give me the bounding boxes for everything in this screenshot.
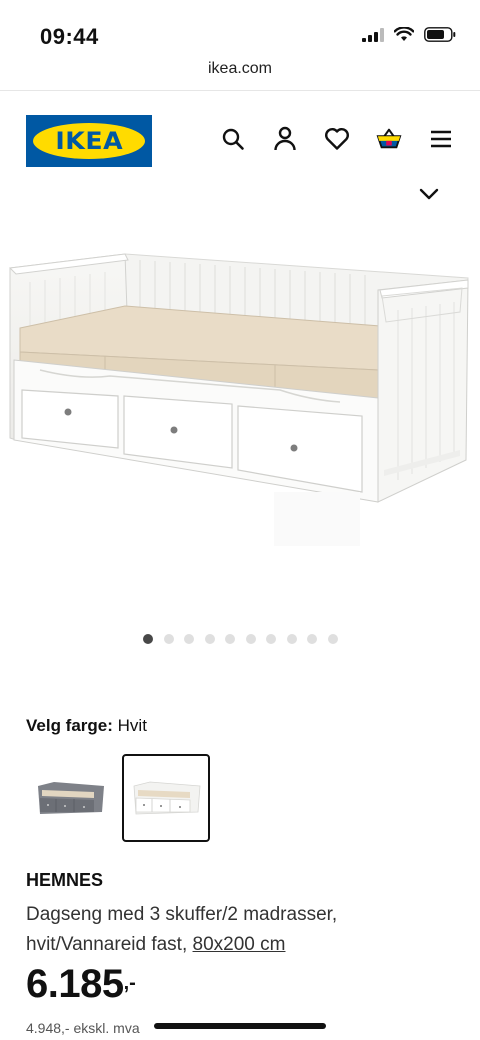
basket-icon[interactable] xyxy=(376,126,402,152)
status-icons xyxy=(362,27,456,42)
price-amount: 6.185 xyxy=(26,962,124,1006)
carousel-dot[interactable] xyxy=(184,634,194,644)
address-bar[interactable]: ikea.com xyxy=(0,60,480,90)
carousel-dot[interactable] xyxy=(204,634,215,644)
carousel-dot[interactable] xyxy=(327,634,338,644)
color-label-title: Velg farge: xyxy=(26,716,113,735)
swatch-grey[interactable] xyxy=(26,754,114,842)
carousel-dot[interactable] xyxy=(307,634,317,644)
product-size-link[interactable]: 80x200 cm xyxy=(193,934,286,955)
carousel-dot[interactable] xyxy=(245,634,256,644)
profile-icon[interactable] xyxy=(272,126,298,152)
white-daybed-thumbnail xyxy=(133,781,201,815)
signal-icon xyxy=(362,27,384,42)
header-actions xyxy=(220,126,454,152)
swatch-white[interactable] xyxy=(122,754,210,842)
product-description: Dagseng med 3 skuffer/2 madrasser, hvit/… xyxy=(26,900,456,960)
carousel-dot[interactable] xyxy=(225,634,235,644)
image-carousel-dots xyxy=(143,634,338,644)
divider xyxy=(0,90,480,91)
home-indicator[interactable] xyxy=(154,1023,326,1029)
battery-icon xyxy=(424,27,456,42)
status-time: 09:44 xyxy=(40,24,99,49)
color-swatches xyxy=(26,754,210,842)
color-label: Velg farge: Hvit xyxy=(26,716,147,736)
url-text: ikea.com xyxy=(207,60,273,77)
carousel-dot[interactable] xyxy=(286,634,297,644)
ikea-logo[interactable]: IKEA xyxy=(26,115,152,167)
carousel-dot[interactable] xyxy=(143,634,153,644)
grey-daybed-thumbnail xyxy=(38,782,104,814)
color-selected-value: Hvit xyxy=(117,716,147,735)
price-suffix: ,- xyxy=(123,972,136,994)
status-bar: 09:44 xyxy=(0,0,480,60)
heart-icon[interactable] xyxy=(324,126,350,152)
product-price: 6.185 ,- xyxy=(26,962,136,1007)
logo-oval: IKEA xyxy=(33,123,145,159)
price-ex-vat: 4.948,- ekskl. mva xyxy=(26,1020,140,1036)
search-icon[interactable] xyxy=(220,126,246,152)
carousel-dot[interactable] xyxy=(163,634,174,644)
carousel-dot[interactable] xyxy=(266,634,276,644)
site-header: IKEA xyxy=(0,112,480,170)
wifi-icon xyxy=(394,27,414,41)
product-name: HEMNES xyxy=(26,870,104,890)
menu-icon[interactable] xyxy=(428,126,454,152)
product-description-text: Dagseng med 3 skuffer/2 madrasser, hvit/… xyxy=(26,904,338,955)
product-image[interactable] xyxy=(0,230,480,570)
logo-text: IKEA xyxy=(55,127,123,155)
chevron-down-icon[interactable] xyxy=(418,186,440,202)
